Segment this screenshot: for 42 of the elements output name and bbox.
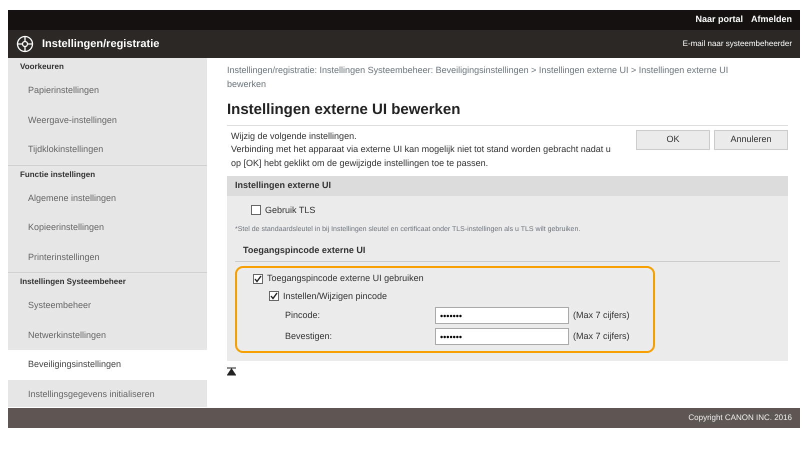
sidebar-item[interactable]: Algemene instellingen bbox=[8, 184, 207, 213]
password-field[interactable]: ••••••• bbox=[435, 307, 569, 324]
gear-icon bbox=[16, 35, 34, 53]
dialog-button[interactable]: Annuleren bbox=[714, 130, 788, 150]
dialog-button[interactable]: OK bbox=[636, 130, 710, 150]
intro-text: Wijzig de volgende instellingen. bbox=[231, 130, 358, 143]
sidebar-heading: Instellingen Systeembeheer bbox=[8, 272, 207, 291]
password-field[interactable]: ••••••• bbox=[435, 328, 569, 345]
top-link[interactable]: Afmelden bbox=[750, 13, 792, 27]
field-hint: (Max 7 cijfers) bbox=[573, 308, 630, 322]
checkbox[interactable] bbox=[269, 291, 279, 302]
checkbox-label: Instellen/Wijzigen pincode bbox=[283, 290, 388, 303]
sidebar-item[interactable]: Weergave-instellingen bbox=[8, 106, 207, 135]
sidebar-item[interactable]: Netwerkinstellingen bbox=[8, 320, 207, 350]
intro-text: Verbinding met het apparaat via externe UI kan mogelijk niet tot stand worden gebracht nadat u op [OK] hebt geklikt om de gewijzigde instellingen toe te passen. bbox=[231, 143, 612, 170]
copyright-text: Copyright CANON INC. 2016 bbox=[688, 412, 792, 424]
field-label: Bevestigen: bbox=[285, 330, 334, 343]
field-hint: (Max 7 cijfers) bbox=[573, 330, 630, 343]
sidebar-item[interactable]: Printerinstellingen bbox=[8, 242, 207, 272]
subsection-title: Toegangspincode externe UI bbox=[235, 244, 780, 262]
app-title: Instellingen/registratie bbox=[42, 36, 160, 52]
checkbox[interactable] bbox=[251, 205, 261, 216]
sidebar-heading: Voorkeuren bbox=[19, 61, 65, 73]
page-title: Instellingen externe UI bewerken bbox=[227, 99, 788, 126]
sidebar-item[interactable]: Systeembeheer bbox=[8, 291, 207, 320]
sidebar-item[interactable]: Kopieerinstellingen bbox=[8, 213, 207, 242]
checkmark-icon bbox=[254, 274, 262, 283]
back-to-top-icon[interactable] bbox=[227, 367, 236, 376]
sidebar-item[interactable]: Tijdklokinstellingen bbox=[8, 135, 207, 164]
checkbox-label: Toegangspincode externe UI gebruiken bbox=[267, 272, 424, 285]
email-admin-link[interactable]: E-mail naar systeembeheerder bbox=[682, 38, 792, 50]
top-link[interactable]: Naar portal bbox=[695, 13, 743, 27]
sidebar-item[interactable]: Beveiligingsinstellingen bbox=[8, 350, 207, 380]
checkbox[interactable] bbox=[253, 274, 263, 284]
field-label: Pincode: bbox=[285, 308, 322, 322]
breadcrumb-path: Instellingen/registratie: Instellingen Systeembeheer: Beveiligingsinstellingen > Instellingen externe UI > Instellingen externe UI bewerken bbox=[227, 64, 730, 90]
sidebar-item[interactable]: Papierinstellingen bbox=[8, 76, 207, 106]
section-title: Instellingen externe UI bbox=[227, 176, 788, 196]
checkbox-label: Gebruik TLS bbox=[265, 204, 316, 216]
checkmark-icon bbox=[270, 292, 278, 300]
sidebar-item[interactable]: Instellingsgegevens initialiseren bbox=[8, 380, 207, 409]
sidebar-heading: Functie instellingen bbox=[8, 164, 207, 184]
